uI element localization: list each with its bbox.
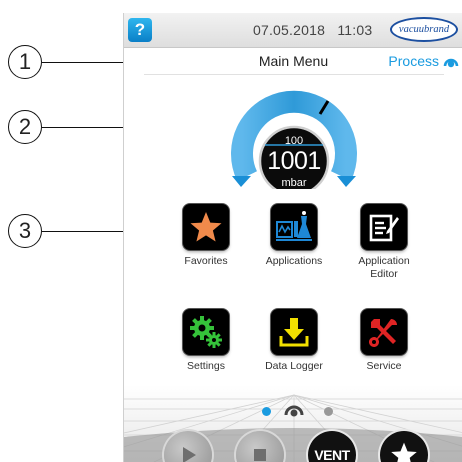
callout-2: 2 xyxy=(8,110,42,144)
gears-icon xyxy=(183,309,229,355)
vent-label: VENT xyxy=(314,447,350,462)
tile-label: Service xyxy=(366,360,402,372)
tile-label: Application Editor xyxy=(358,255,410,280)
pressure-unit: mbar xyxy=(281,177,307,189)
tile-applications[interactable]: Applications xyxy=(248,204,340,268)
tile-settings[interactable]: Settings xyxy=(160,309,252,373)
download-icon xyxy=(271,309,317,355)
stop-icon xyxy=(254,449,266,461)
bottom-bar: VENT xyxy=(124,385,462,462)
star-icon xyxy=(391,442,417,462)
tile-label: Settings xyxy=(187,360,225,372)
setpoint-value: 100 xyxy=(284,135,304,147)
star-icon xyxy=(183,204,229,250)
callout-number: 1 xyxy=(18,49,32,74)
callout-number: 2 xyxy=(18,114,32,139)
callout-3: 3 xyxy=(8,214,42,248)
tile-data-logger[interactable]: Data Logger xyxy=(248,309,340,373)
date-time: 07.05.2018 11:03 xyxy=(253,22,372,38)
time-text: 11:03 xyxy=(337,22,373,38)
date-text: 07.05.2018 xyxy=(253,22,326,38)
callout-1: 1 xyxy=(8,45,42,79)
page-indicator-current[interactable] xyxy=(284,403,304,417)
process-icon xyxy=(443,58,459,68)
help-button[interactable]: ? xyxy=(128,18,152,42)
tools-icon xyxy=(361,309,407,355)
page-dot[interactable] xyxy=(324,407,333,416)
applications-icon xyxy=(271,204,317,250)
callout-number: 3 xyxy=(18,218,32,243)
process-button[interactable]: Process xyxy=(388,53,459,69)
tile-label: Favorites xyxy=(184,255,228,267)
tile-label: Applications xyxy=(265,255,323,267)
device-screen: ? 07.05.2018 11:03 vacuubrand Main Menu … xyxy=(123,13,462,462)
tile-favorites[interactable]: Favorites xyxy=(160,204,252,268)
page-dot[interactable] xyxy=(262,407,271,416)
tile-label: Data Logger xyxy=(265,360,323,372)
pressure-value: 1001 xyxy=(267,147,321,175)
divider xyxy=(144,74,444,75)
tile-service[interactable]: Service xyxy=(338,309,430,373)
play-icon xyxy=(183,447,196,462)
tile-application-editor[interactable]: Application Editor xyxy=(338,204,430,280)
brand-logo: vacuubrand xyxy=(390,17,458,42)
status-bar: ? 07.05.2018 11:03 vacuubrand xyxy=(124,13,462,48)
edit-icon xyxy=(361,204,407,250)
process-label: Process xyxy=(388,53,439,69)
pressure-gauge[interactable]: 100 1001 mbar xyxy=(229,79,359,189)
